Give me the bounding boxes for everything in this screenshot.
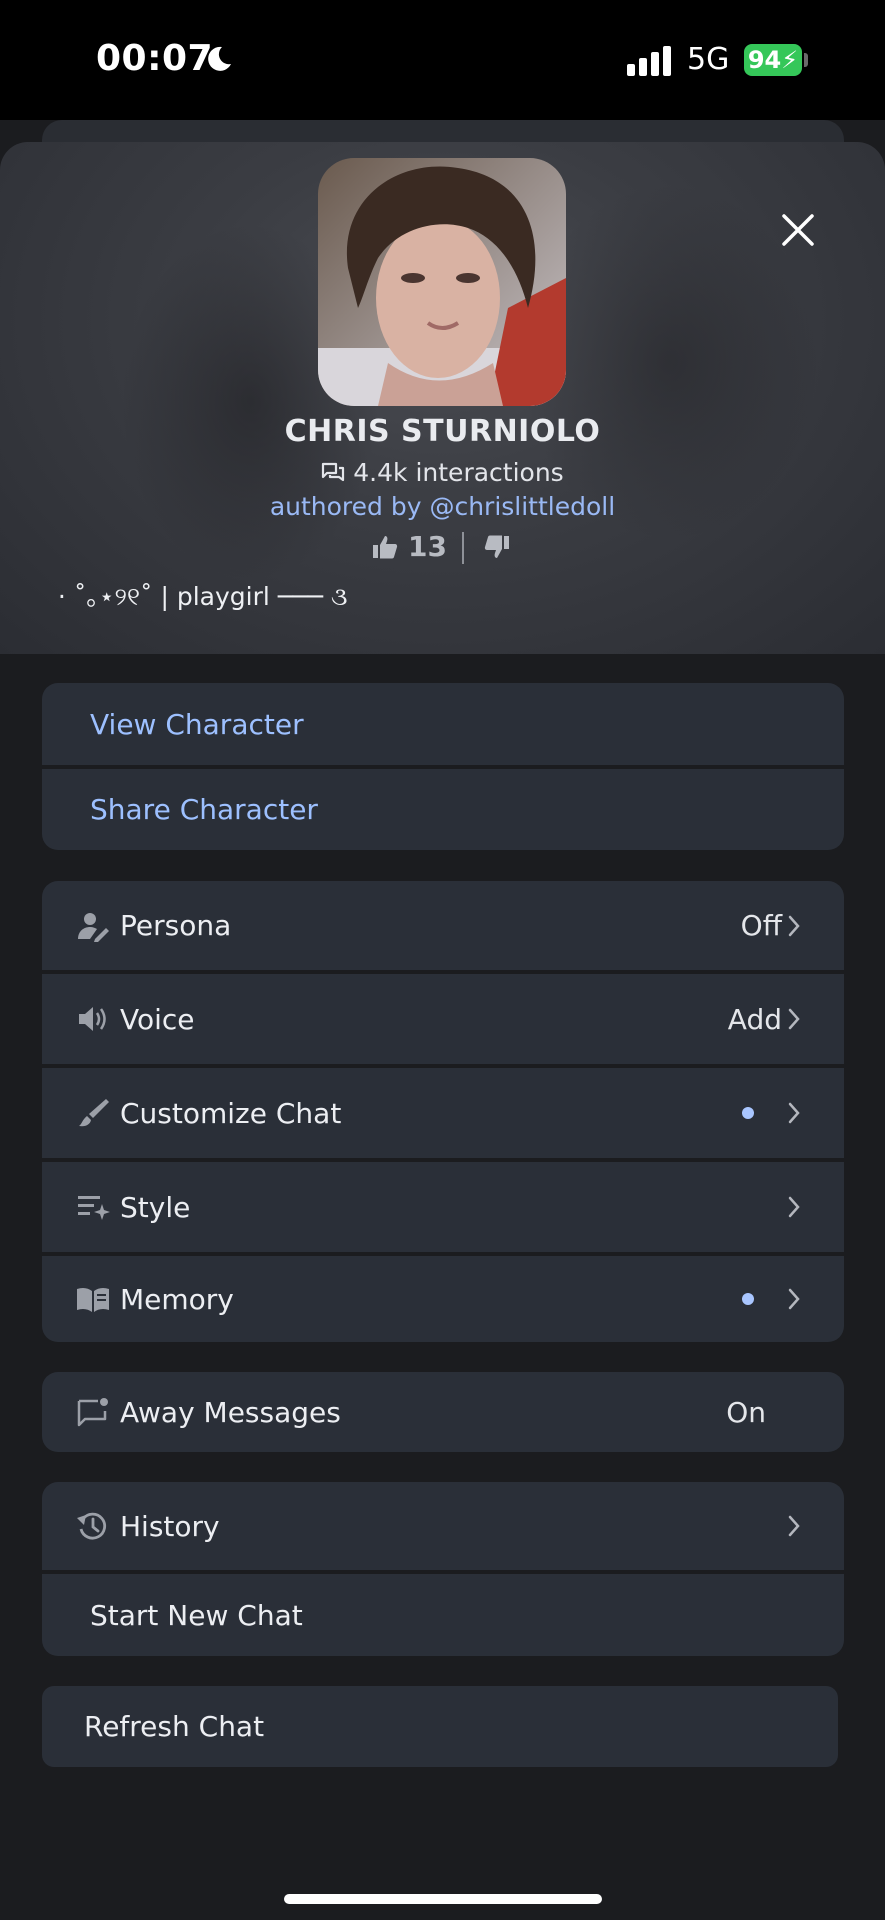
- character-tagline: ⋅ ˚｡⋆୨୧˚ | playgirl ─── ૩: [58, 582, 348, 611]
- character-actions-card: View Character Share Character: [42, 683, 844, 850]
- chevron-right-icon: [788, 1515, 800, 1537]
- home-indicator[interactable]: [284, 1894, 602, 1904]
- close-icon[interactable]: [776, 208, 820, 252]
- chevron-right-icon: [788, 1196, 800, 1218]
- persona-icon: [78, 912, 109, 942]
- voice-row[interactable]: Voice Add: [42, 974, 844, 1064]
- chat-bubbles-icon: [322, 462, 345, 482]
- start-new-chat-button[interactable]: Start New Chat: [42, 1574, 844, 1656]
- memory-row[interactable]: Memory: [42, 1256, 844, 1342]
- battery-icon: 94⚡: [744, 44, 802, 76]
- speaker-icon: [79, 1007, 106, 1031]
- memory-label: Memory: [120, 1282, 234, 1316]
- voice-label: Voice: [120, 1002, 195, 1036]
- vote-divider: [462, 532, 464, 564]
- avatar: [318, 158, 566, 406]
- chevron-right-icon: [788, 1288, 800, 1310]
- start-new-chat-label: Start New Chat: [90, 1598, 303, 1632]
- history-label: History: [120, 1509, 220, 1543]
- share-character-button[interactable]: Share Character: [42, 769, 844, 850]
- brush-icon: [79, 1099, 109, 1127]
- chevron-right-icon: [788, 915, 800, 936]
- view-character-label: View Character: [90, 707, 304, 741]
- away-messages-label: Away Messages: [120, 1395, 341, 1429]
- away-messages-value[interactable]: On: [726, 1396, 766, 1429]
- new-indicator-dot: [742, 1107, 754, 1119]
- interactions-count: 4.4k interactions: [0, 458, 885, 487]
- chevron-right-icon: [788, 1102, 800, 1124]
- history-icon: [77, 1512, 107, 1540]
- signal-icon: [627, 46, 671, 76]
- thumbs-up-icon[interactable]: [372, 534, 398, 560]
- message-notification-icon: [77, 1398, 108, 1427]
- interactions-label: 4.4k interactions: [353, 458, 564, 487]
- chat-settings-card: Persona Off Voice Add Customize Chat Sty…: [42, 881, 844, 1342]
- share-character-label: Share Character: [90, 793, 318, 826]
- clock: 00:07: [96, 38, 214, 79]
- chat-history-card: History Start New Chat: [42, 1482, 844, 1656]
- voice-value: Add: [727, 1002, 782, 1036]
- persona-row[interactable]: Persona Off: [42, 881, 844, 970]
- away-messages-card: Away Messages On: [42, 1372, 844, 1452]
- author-link[interactable]: authored by @chrislittledoll: [0, 492, 885, 521]
- network-type: 5G: [687, 42, 730, 77]
- like-count: 13: [408, 530, 447, 563]
- chevron-right-icon: [788, 1008, 800, 1030]
- status-bar: 00:07 5G 94⚡: [0, 0, 885, 120]
- style-sparkle-icon: [78, 1196, 110, 1220]
- persona-label: Persona: [120, 909, 232, 942]
- customize-chat-row[interactable]: Customize Chat: [42, 1068, 844, 1158]
- style-label: Style: [120, 1190, 191, 1224]
- battery-level: 94: [747, 46, 782, 74]
- away-messages-row[interactable]: Away Messages On: [42, 1372, 844, 1452]
- persona-value: Off: [740, 909, 782, 942]
- refresh-chat-button[interactable]: Refresh Chat: [42, 1686, 838, 1767]
- customize-chat-label: Customize Chat: [120, 1096, 342, 1130]
- view-character-button[interactable]: View Character: [42, 683, 844, 765]
- moon-icon: [208, 46, 231, 71]
- thumbs-down-icon[interactable]: [484, 534, 510, 560]
- style-row[interactable]: Style: [42, 1162, 844, 1252]
- history-row[interactable]: History: [42, 1482, 844, 1570]
- character-name: CHRIS STURNIOLO: [284, 414, 601, 449]
- new-indicator-dot: [742, 1293, 754, 1305]
- book-icon: [77, 1287, 109, 1312]
- vote-controls: 13: [372, 530, 522, 566]
- battery-tip: [804, 53, 808, 67]
- refresh-chat-label: Refresh Chat: [84, 1710, 265, 1743]
